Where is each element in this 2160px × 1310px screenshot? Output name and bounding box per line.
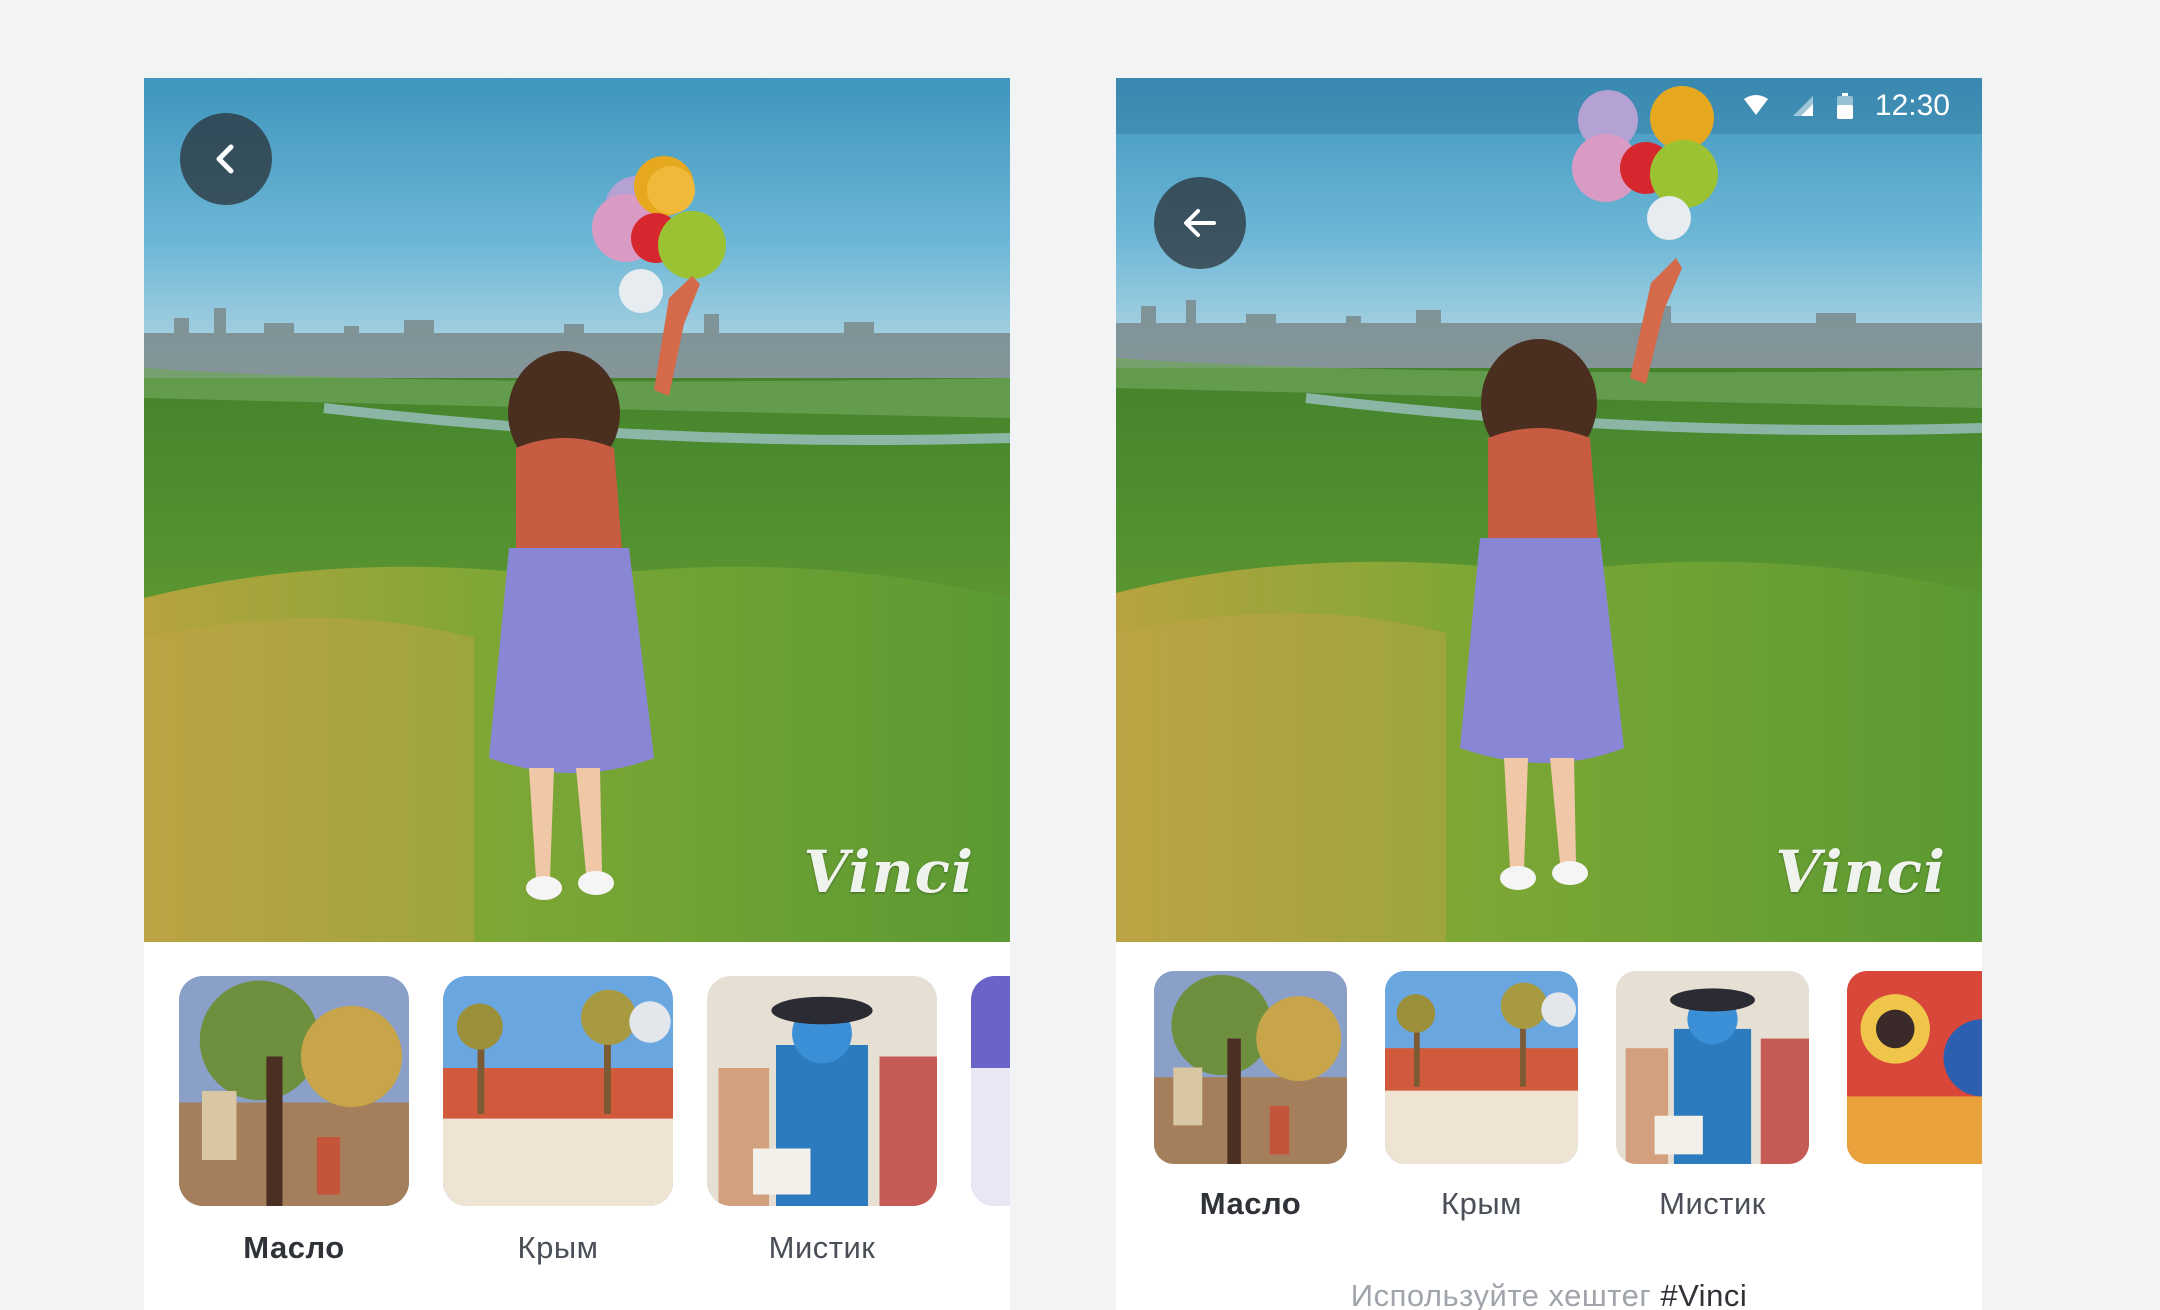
filter-label-maslo: Масло bbox=[243, 1230, 345, 1265]
filter-maslo[interactable]: Масло bbox=[179, 976, 409, 1266]
right-screen: 12:30 Vinci Масло Крым Мистик Используйт… bbox=[1116, 78, 1982, 1310]
filter-thumbnail-maslo[interactable] bbox=[179, 976, 409, 1206]
filter-label-krym: Крым bbox=[1441, 1186, 1522, 1221]
filter-thumbnail-next[interactable] bbox=[971, 976, 1010, 1206]
filter-mistik[interactable]: Мистик bbox=[1616, 971, 1809, 1222]
arrow-left-icon bbox=[1184, 209, 1216, 237]
status-bar: 12:30 bbox=[1116, 78, 1982, 134]
filter-maslo[interactable]: Масло bbox=[1154, 971, 1347, 1222]
signal-icon bbox=[1792, 96, 1813, 116]
back-button[interactable] bbox=[1154, 177, 1246, 269]
status-time: 12:30 bbox=[1874, 89, 1950, 122]
filter-thumbnail-maslo[interactable] bbox=[1154, 971, 1347, 1164]
hashtag-hint: Используйте хештег #Vinci bbox=[1116, 1278, 1982, 1310]
filter-thumbnail-mistik[interactable] bbox=[707, 976, 937, 1206]
vinci-watermark: Vinci bbox=[1775, 838, 1946, 906]
filter-thumbnail-next[interactable] bbox=[1847, 971, 1982, 1164]
filter-next-partial[interactable] bbox=[1847, 971, 1982, 1222]
hint-text: Используйте хештег bbox=[1350, 1278, 1652, 1310]
filter-label-mistik: Мистик bbox=[768, 1230, 876, 1265]
chevron-left-icon bbox=[216, 144, 234, 174]
filter-thumbnail-krym[interactable] bbox=[1385, 971, 1578, 1164]
filter-thumbnail-mistik[interactable] bbox=[1616, 971, 1809, 1164]
filter-thumbnail-krym[interactable] bbox=[443, 976, 673, 1206]
filter-label-krym: Крым bbox=[517, 1230, 599, 1265]
filter-label-mistik: Мистик bbox=[1659, 1186, 1766, 1221]
back-button[interactable] bbox=[180, 113, 272, 205]
filter-krym[interactable]: Крым bbox=[443, 976, 673, 1266]
filter-mistik[interactable]: Мистик bbox=[707, 976, 937, 1266]
filter-carousel[interactable]: Масло Крым Мистик bbox=[179, 976, 1010, 1266]
filter-label-maslo: Масло bbox=[1199, 1186, 1302, 1221]
left-screen: Vinci Масло Крым Мистик bbox=[144, 78, 1010, 1310]
filter-krym[interactable]: Крым bbox=[1385, 971, 1578, 1222]
hint-hashtag: #Vinci bbox=[1660, 1278, 1748, 1310]
vinci-watermark: Vinci bbox=[803, 838, 974, 906]
filter-next-partial[interactable] bbox=[971, 976, 1010, 1266]
edited-photo bbox=[144, 78, 1010, 942]
wifi-icon bbox=[1743, 95, 1768, 115]
battery-icon bbox=[1836, 93, 1853, 119]
filter-carousel[interactable]: Масло Крым Мистик bbox=[1154, 971, 1982, 1222]
edited-photo bbox=[1116, 78, 1982, 942]
